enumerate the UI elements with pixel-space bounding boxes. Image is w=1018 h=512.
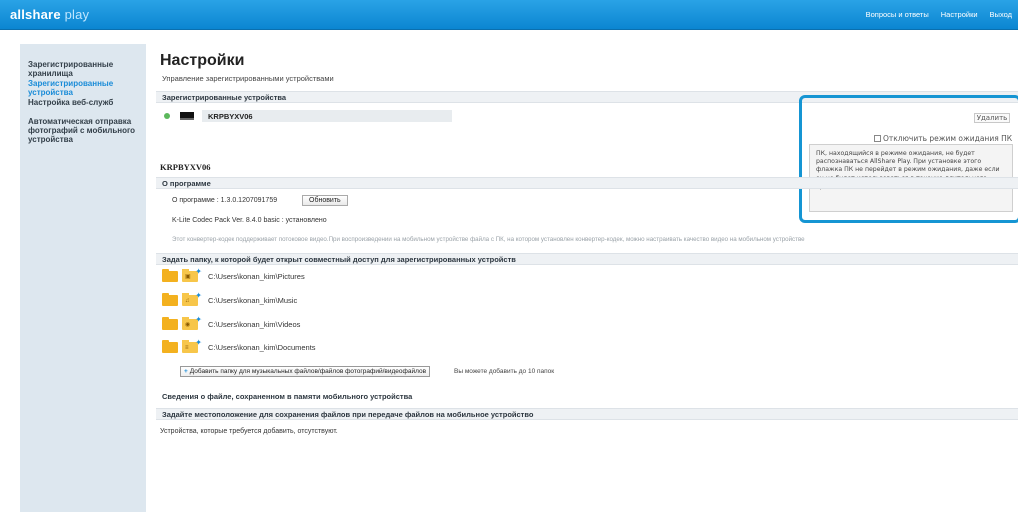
settings-link[interactable]: Настройки: [941, 10, 978, 19]
add-folder-button[interactable]: + Добавить папку для музыкальных файлов/ф…: [180, 366, 431, 377]
page-title: Настройки: [160, 52, 245, 69]
folder-path: C:\Users\konan_kim\Music: [208, 295, 298, 305]
plus-icon: +: [184, 368, 188, 375]
folder-icon: [162, 316, 178, 330]
add-folder-label: Добавить папку для музыкальных файлов/фа…: [189, 368, 427, 375]
folder-row-videos[interactable]: ◉ ✦ C:\Users\konan_kim\Videos: [162, 315, 301, 332]
version-text: О программе : 1.3.0.1207091759: [172, 197, 278, 204]
update-button[interactable]: Обновить: [302, 195, 348, 206]
logo-text: allshare: [10, 7, 61, 22]
folder-path: C:\Users\konan_kim\Pictures: [208, 271, 305, 281]
documents-folder-icon: ≡ ✦: [182, 338, 202, 353]
folder-row-documents[interactable]: ≡ ✦ C:\Users\konan_kim\Documents: [162, 338, 316, 355]
allshare-play-logo[interactable]: allshare play: [10, 7, 89, 22]
delete-button[interactable]: Удалить: [974, 113, 1010, 123]
about-header: О программе: [156, 177, 1018, 189]
folder-row-pictures[interactable]: ▣ ✦ C:\Users\konan_kim\Pictures: [162, 267, 305, 284]
standby-checkbox[interactable]: [874, 135, 881, 142]
device-name: KRPBYXV06: [202, 110, 452, 122]
standby-option[interactable]: Отключить режим ожидания ПК: [874, 134, 1012, 143]
sidebar-item-registered-devices[interactable]: Зарегистрированные устройства: [20, 79, 146, 97]
online-status-icon: [164, 113, 170, 119]
sidebar-item-auto-upload[interactable]: Автоматическая отправка фотографий с моб…: [20, 117, 146, 144]
pictures-folder-icon: ▣ ✦: [182, 267, 202, 282]
folder-icon: [162, 339, 178, 353]
videos-folder-icon: ◉ ✦: [182, 315, 202, 330]
device-row[interactable]: KRPBYXV06: [162, 110, 452, 122]
codec-note: Этот конвертер-кодек поддерживает потоко…: [172, 236, 805, 243]
codec-text: K-Lite Codec Pack Ver. 8.4.0 basic : уст…: [172, 217, 327, 224]
mobile-file-info-heading: Сведения о файле, сохраненном в памяти м…: [162, 392, 413, 401]
device-title: KRPBYXV06: [160, 162, 211, 172]
top-bar: allshare play Вопросы и ответы Настройки…: [0, 0, 1018, 30]
pc-icon: [180, 112, 194, 120]
add-folder-note: Вы можете добавить до 10 папок: [454, 368, 555, 375]
folder-path: C:\Users\konan_kim\Videos: [208, 319, 301, 329]
sidebar: Зарегистрированные хранилища Зарегистрир…: [20, 44, 146, 512]
logo-play-text: play: [64, 7, 90, 22]
music-folder-icon: ♫ ✦: [182, 291, 202, 306]
top-links: Вопросы и ответы Настройки Выход: [866, 10, 1012, 19]
folder-row-music[interactable]: ♫ ✦ C:\Users\konan_kim\Music: [162, 291, 298, 308]
logout-link[interactable]: Выход: [990, 10, 1012, 19]
shared-folders-header: Задать папку, к которой будет открыт сов…: [156, 253, 1018, 265]
faq-link[interactable]: Вопросы и ответы: [866, 10, 929, 19]
save-location-header: Задайте местоположение для сохранения фа…: [156, 408, 1018, 420]
page-subtitle: Управление зарегистрированными устройств…: [162, 74, 334, 83]
no-devices-text: Устройства, которые требуется добавить, …: [160, 428, 338, 435]
sidebar-item-web-services[interactable]: Настройка веб-служб: [20, 98, 146, 107]
standby-label: Отключить режим ожидания ПК: [883, 134, 1013, 143]
folder-icon: [162, 292, 178, 306]
folder-path: C:\Users\konan_kim\Documents: [208, 342, 316, 352]
folder-icon: [162, 268, 178, 282]
sidebar-item-registered-storage[interactable]: Зарегистрированные хранилища: [20, 60, 146, 78]
